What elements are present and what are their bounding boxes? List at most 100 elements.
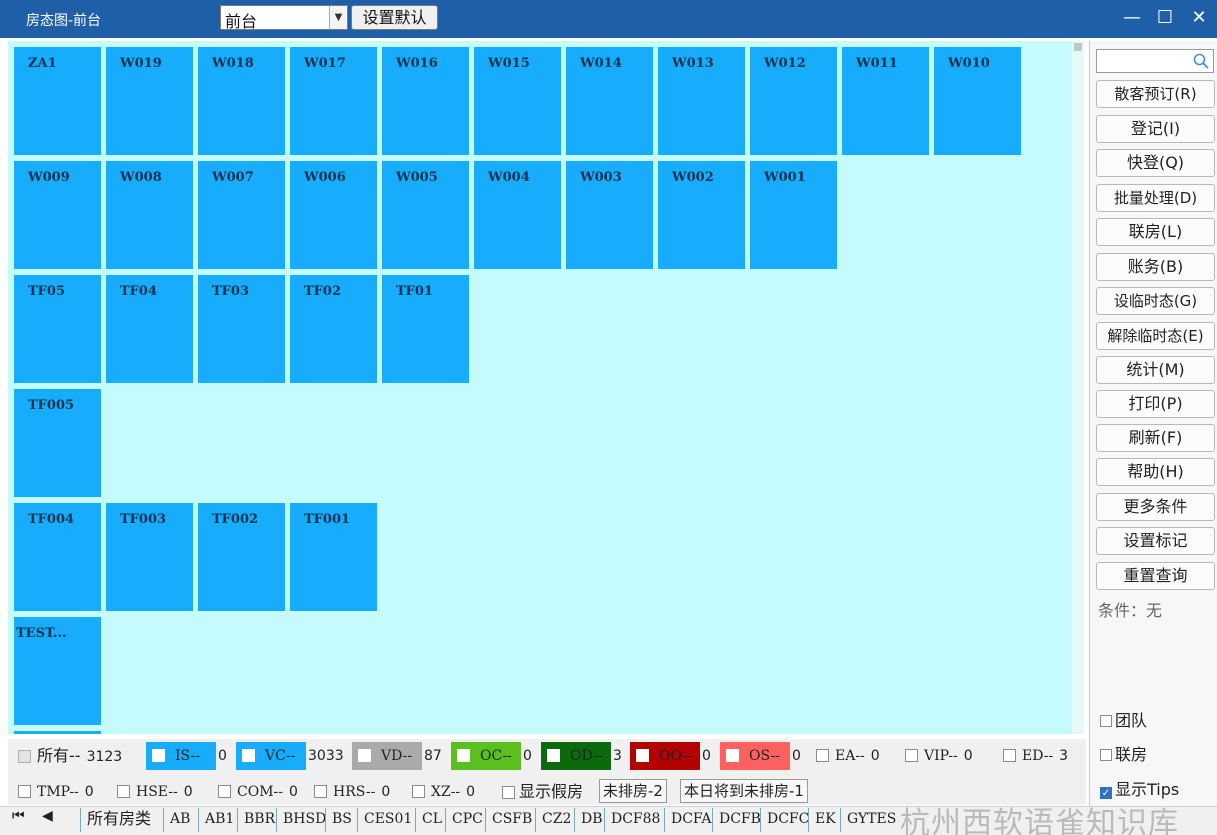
legend-status-oc[interactable]: OC-- 0 [451, 742, 532, 770]
legend-status-vd[interactable]: VD-- 87 [352, 742, 442, 770]
tab-room-type[interactable]: CZ2 [535, 808, 571, 832]
room-tile[interactable]: W006 [290, 161, 377, 269]
tab-room-type[interactable]: CSFB [485, 808, 532, 832]
search-input[interactable] [1096, 49, 1214, 73]
side-button[interactable]: 快登(Q) [1096, 149, 1215, 177]
room-tile[interactable]: TF003 [106, 503, 193, 611]
tab-room-type[interactable]: DCFB [712, 808, 761, 832]
legend-plain[interactable]: HSE-- 0 [117, 778, 193, 806]
side-checkbox[interactable]: 团队 [1100, 707, 1147, 731]
checkbox-icon[interactable] [152, 749, 165, 762]
tab-room-type[interactable]: AB1 [198, 808, 234, 832]
side-checkbox[interactable]: 联房 [1100, 741, 1147, 765]
side-checkbox[interactable]: ✓ 显示Tips [1100, 776, 1179, 800]
tab-room-type[interactable]: GYTES [840, 808, 896, 832]
checkbox-icon[interactable] [358, 749, 371, 762]
legend-swatch[interactable]: OD-- [541, 742, 611, 770]
legend-plain[interactable]: EA-- 0 [816, 742, 880, 770]
tab-room-type[interactable]: CES01 [357, 808, 412, 832]
side-button[interactable]: 散客预订(R) [1096, 80, 1215, 108]
side-button[interactable]: 联房(L) [1096, 218, 1215, 246]
prev-tab-icon[interactable]: ◀ [42, 808, 53, 824]
side-button[interactable]: 设临时态(G) [1096, 287, 1215, 315]
legend-swatch[interactable]: VC-- [236, 742, 306, 770]
checkbox-icon[interactable] [314, 785, 327, 798]
checkbox-icon[interactable] [218, 785, 231, 798]
room-tile[interactable]: W012 [750, 47, 837, 155]
checkbox-icon[interactable] [1003, 749, 1016, 762]
legend-plain[interactable]: VIP-- 0 [905, 742, 973, 770]
legend-status-is[interactable]: IS-- 0 [146, 742, 227, 770]
tab-room-type[interactable]: DB [574, 808, 603, 832]
tab-room-type[interactable]: CL [415, 808, 442, 832]
legend-swatch[interactable]: VD-- [352, 742, 422, 770]
vertical-scrollbar[interactable] [1072, 41, 1084, 734]
tab-room-type[interactable]: DCFC [760, 808, 809, 832]
set-default-button[interactable]: 设置默认 [351, 5, 438, 30]
checkbox-icon[interactable] [242, 749, 255, 762]
legend-plain[interactable]: ED-- 3 [1003, 742, 1068, 770]
room-tile[interactable]: W013 [658, 47, 745, 155]
checkbox-icon[interactable] [457, 749, 470, 762]
legend-plain[interactable]: XZ-- 0 [412, 778, 475, 806]
legend-plain[interactable]: TMP-- 0 [18, 778, 94, 806]
room-tile[interactable]: W008 [106, 161, 193, 269]
room-tile[interactable]: TEST... [14, 617, 101, 725]
unassigned-rooms-button[interactable]: 未排房-2 [599, 779, 667, 803]
checkbox-icon[interactable] [1100, 749, 1112, 761]
scrollbar-thumb[interactable] [1074, 43, 1082, 51]
legend-swatch[interactable]: OC-- [451, 742, 521, 770]
legend-status-od[interactable]: OD-- 3 [541, 742, 622, 770]
checkbox-icon[interactable] [636, 749, 649, 762]
checkbox-icon[interactable] [502, 786, 515, 799]
room-tile[interactable]: TF01 [382, 275, 469, 383]
checkbox-icon[interactable] [905, 749, 918, 762]
checkbox-icon[interactable] [1100, 715, 1112, 727]
side-button[interactable]: 账务(B) [1096, 253, 1215, 281]
tab-room-type[interactable]: BHSD [276, 808, 326, 832]
room-tile[interactable]: W002 [658, 161, 745, 269]
side-button[interactable]: 刷新(F) [1096, 424, 1215, 452]
tab-room-type[interactable]: EK [808, 808, 836, 832]
room-tile[interactable]: W009 [14, 161, 101, 269]
room-tile[interactable]: W014 [566, 47, 653, 155]
checkbox-icon[interactable] [816, 749, 829, 762]
room-tile[interactable]: W018 [198, 47, 285, 155]
room-tile[interactable]: W007 [198, 161, 285, 269]
side-button[interactable]: 帮助(H) [1096, 458, 1215, 486]
room-tile[interactable]: TF004 [14, 503, 101, 611]
room-tile[interactable]: TF03 [198, 275, 285, 383]
checkbox-icon[interactable] [547, 749, 560, 762]
room-tile[interactable]: W003 [566, 161, 653, 269]
side-button[interactable]: 设置标记 [1096, 527, 1215, 555]
legend-all[interactable]: 所有-- 3123 [18, 742, 122, 770]
room-tile[interactable]: W011 [842, 47, 929, 155]
location-select[interactable]: 前台 ▼ [220, 5, 348, 31]
side-button[interactable]: 重置查询 [1096, 562, 1215, 590]
close-icon[interactable]: ✕ [1187, 6, 1211, 30]
legend-status-oo[interactable]: OO-- 0 [630, 742, 711, 770]
legend-swatch[interactable]: OS-- [720, 742, 790, 770]
room-tile[interactable]: W001 [750, 161, 837, 269]
room-tile[interactable]: TF002 [198, 503, 285, 611]
room-tile[interactable]: TF005 [14, 389, 101, 497]
room-tile[interactable]: TF04 [106, 275, 193, 383]
legend-swatch[interactable]: OO-- [630, 742, 700, 770]
side-button[interactable]: 统计(M) [1096, 356, 1215, 384]
today-unassigned-button[interactable]: 本日将到未排房-1 [680, 779, 808, 803]
checkbox-icon[interactable] [412, 785, 425, 798]
minimize-icon[interactable]: — [1120, 6, 1144, 30]
room-tile[interactable]: W019 [106, 47, 193, 155]
legend-status-os[interactable]: OS-- 0 [720, 742, 801, 770]
room-tile[interactable]: TF05 [14, 275, 101, 383]
first-tab-icon[interactable]: ⏮ [12, 808, 25, 824]
legend-plain[interactable]: HRS-- 0 [314, 778, 390, 806]
tab-room-type[interactable]: AB [163, 808, 190, 832]
tab-room-type[interactable]: BBR [237, 808, 275, 832]
tab-room-type[interactable]: CPC [445, 808, 483, 832]
legend-status-vc[interactable]: VC-- 3033 [236, 742, 344, 770]
checkbox-icon[interactable] [117, 785, 130, 798]
room-tile[interactable]: ZA1 [14, 47, 101, 155]
side-button[interactable]: 打印(P) [1096, 390, 1215, 418]
room-tile[interactable]: W004 [474, 161, 561, 269]
